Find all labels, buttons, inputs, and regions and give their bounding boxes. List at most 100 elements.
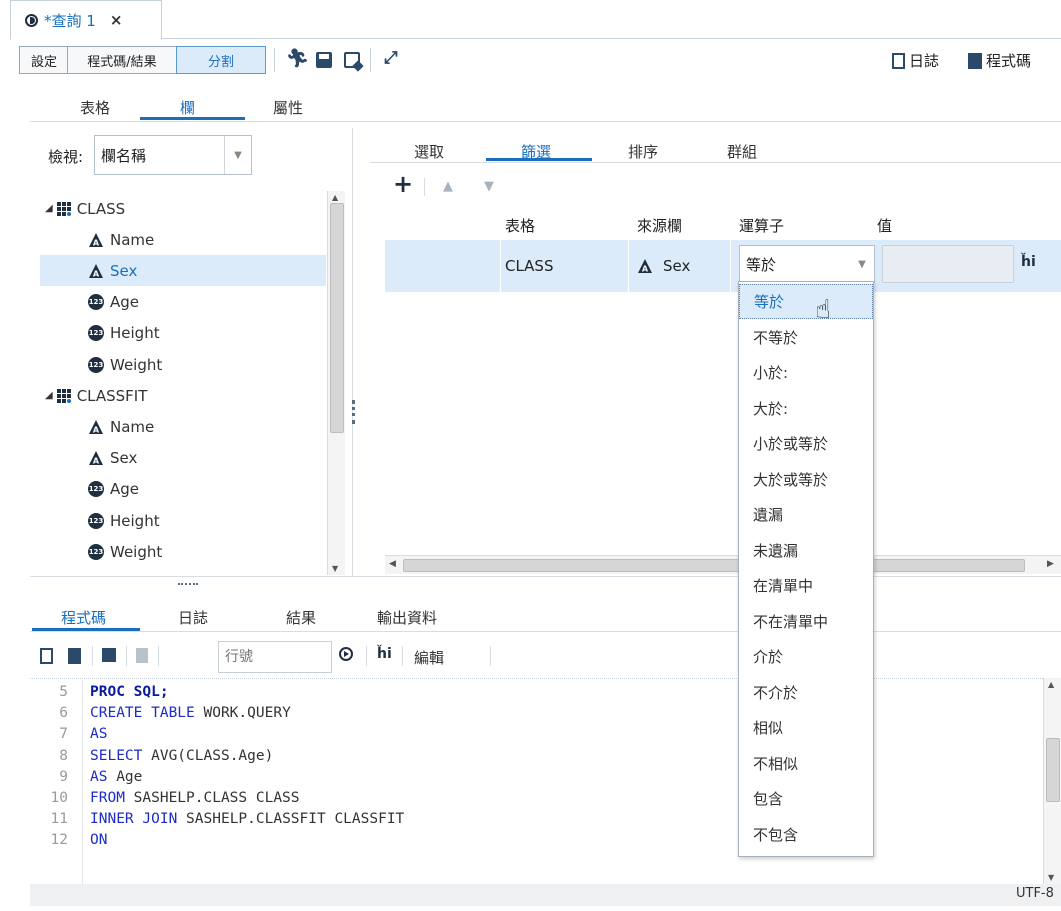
- view-select[interactable]: 欄名稱 ▼: [94, 135, 252, 175]
- grid-hscrollbar[interactable]: ◀ ▶: [385, 555, 1061, 574]
- header-operator: 運算子: [739, 217, 785, 235]
- tree-table-node[interactable]: ◢ CLASS: [40, 193, 326, 224]
- go-to-line-icon[interactable]: [339, 647, 353, 661]
- tree-column-node[interactable]: A Sex: [40, 255, 326, 287]
- scroll-thumb[interactable]: [330, 203, 344, 433]
- character-column-icon: A: [88, 263, 104, 279]
- operator-option[interactable]: 不包含: [739, 817, 873, 852]
- edit-button[interactable]: 編輯: [414, 647, 444, 668]
- scroll-up-arrow[interactable]: ▲: [1048, 680, 1054, 689]
- line-number-field[interactable]: [223, 643, 327, 671]
- add-icon[interactable]: +: [393, 172, 413, 196]
- tab-output-data[interactable]: 輸出資料: [377, 607, 437, 628]
- chevron-down-icon[interactable]: ▼: [850, 246, 874, 282]
- tree-column-label: Name: [110, 417, 155, 436]
- tab-columns[interactable]: 欄: [180, 97, 195, 118]
- tab-code[interactable]: 程式碼: [61, 607, 106, 628]
- operator-option[interactable]: 小於或等於: [739, 426, 873, 461]
- tree-column-label: Age: [110, 293, 140, 312]
- run-icon[interactable]: 🏃︎: [286, 48, 309, 69]
- operator-dropdown: 等於 不等於 小於: 大於: 小於或等於 大於或等於 遺漏 未遺漏 在清單中 不在清單中 介於 不介於…: [738, 281, 874, 857]
- vertical-splitter[interactable]: [352, 128, 353, 576]
- collapse-icon[interactable]: ◢: [45, 203, 53, 214]
- tree-table-node[interactable]: ◢ CLASSFIT: [40, 380, 326, 411]
- operator-option[interactable]: 等於: [739, 284, 873, 319]
- move-up-icon[interactable]: ▲: [443, 179, 453, 194]
- operator-select-value: 等於: [746, 255, 777, 274]
- log-button[interactable]: 日誌: [892, 50, 939, 71]
- tab-group[interactable]: 群組: [727, 141, 757, 162]
- toolbar-divider: [126, 646, 127, 666]
- scroll-down-arrow[interactable]: ▼: [1048, 873, 1054, 882]
- binoculars-icon[interactable]: ȟi: [1021, 254, 1036, 270]
- tree-column-node[interactable]: A Name: [40, 411, 326, 442]
- tree-column-node[interactable]: 123 Height: [40, 318, 326, 349]
- split-button[interactable]: 分割: [176, 46, 266, 74]
- operator-option[interactable]: 小於:: [739, 355, 873, 390]
- tree-column-node[interactable]: 123 Weight: [40, 349, 326, 380]
- scroll-down-arrow[interactable]: ▼: [332, 564, 338, 573]
- line-number: 7: [59, 726, 68, 743]
- collapse-icon[interactable]: ◢: [45, 390, 53, 401]
- operator-option[interactable]: 不介於: [739, 675, 873, 710]
- toolbar-divider: [424, 178, 425, 196]
- line-number-input[interactable]: [218, 641, 332, 673]
- operator-option[interactable]: 包含: [739, 781, 873, 816]
- print-icon[interactable]: [102, 648, 116, 662]
- code-results-button[interactable]: 程式碼/結果: [67, 46, 177, 74]
- scroll-right-arrow[interactable]: ▶: [1047, 559, 1054, 569]
- tree-column-node[interactable]: A Name: [40, 224, 326, 255]
- tab-properties[interactable]: 屬性: [273, 97, 303, 118]
- scroll-thumb[interactable]: [1046, 738, 1060, 802]
- chevron-down-icon[interactable]: ▼: [224, 136, 251, 174]
- code-scrollbar[interactable]: ▲ ▼: [1043, 678, 1061, 884]
- operator-option[interactable]: 大於:: [739, 391, 873, 426]
- operator-option[interactable]: 在清單中: [739, 568, 873, 603]
- tab-sort[interactable]: 排序: [628, 141, 658, 162]
- tab-log[interactable]: 日誌: [178, 607, 208, 628]
- splitter-grip[interactable]: [178, 583, 198, 587]
- new-program-icon[interactable]: [40, 648, 53, 664]
- close-icon[interactable]: ×: [110, 11, 123, 29]
- operator-option[interactable]: 不等於: [739, 320, 873, 355]
- line-number: 10: [50, 790, 68, 806]
- tree-column-node[interactable]: A Sex: [40, 443, 326, 474]
- scroll-thumb[interactable]: [403, 559, 1025, 572]
- operator-option[interactable]: 介於: [739, 639, 873, 674]
- line-number: 6: [59, 705, 68, 722]
- scroll-up-arrow[interactable]: ▲: [332, 193, 338, 202]
- operator-option[interactable]: 相似: [739, 710, 873, 745]
- tree-scrollbar[interactable]: ▲ ▼: [327, 191, 345, 575]
- operator-option[interactable]: 未遺漏: [739, 533, 873, 568]
- operator-option[interactable]: 遺漏: [739, 497, 873, 532]
- tab-results[interactable]: 結果: [286, 607, 316, 628]
- operator-option[interactable]: 不在清單中: [739, 604, 873, 639]
- find-icon[interactable]: ȟi: [377, 646, 392, 662]
- encoding-status: UTF-8: [1016, 886, 1054, 901]
- horizontal-splitter[interactable]: [30, 576, 1061, 577]
- tree-column-node[interactable]: 123 Age: [40, 474, 326, 505]
- operator-option[interactable]: 不相似: [739, 746, 873, 781]
- save-as-icon[interactable]: [344, 52, 364, 72]
- query-tab[interactable]: *查詢 1 ×: [10, 0, 162, 40]
- splitter-grip[interactable]: [352, 400, 358, 424]
- tab-tables[interactable]: 表格: [80, 97, 110, 118]
- operator-select[interactable]: 等於 ▼: [739, 245, 875, 283]
- move-down-icon[interactable]: ▼: [484, 179, 494, 194]
- open-program-icon[interactable]: [68, 648, 81, 664]
- maximize-icon[interactable]: ⤢: [384, 48, 398, 68]
- tree-column-label: Weight: [110, 355, 163, 374]
- save-icon[interactable]: [316, 52, 332, 68]
- settings-button[interactable]: 設定: [19, 46, 69, 74]
- scroll-left-arrow[interactable]: ◀: [389, 559, 396, 569]
- operator-option[interactable]: 大於或等於: [739, 462, 873, 497]
- tree-column-node[interactable]: 123 Height: [40, 505, 326, 536]
- tree-column-node[interactable]: 123 Age: [40, 287, 326, 318]
- copy-icon[interactable]: [136, 648, 148, 663]
- tree-column-node[interactable]: 123 Weight: [40, 536, 326, 567]
- value-input[interactable]: [882, 245, 1014, 283]
- code-button[interactable]: 程式碼: [968, 50, 1031, 71]
- tab-columns-indicator: [140, 117, 245, 120]
- tab-select[interactable]: 選取: [414, 141, 444, 162]
- tab-filter-indicator: [486, 158, 592, 161]
